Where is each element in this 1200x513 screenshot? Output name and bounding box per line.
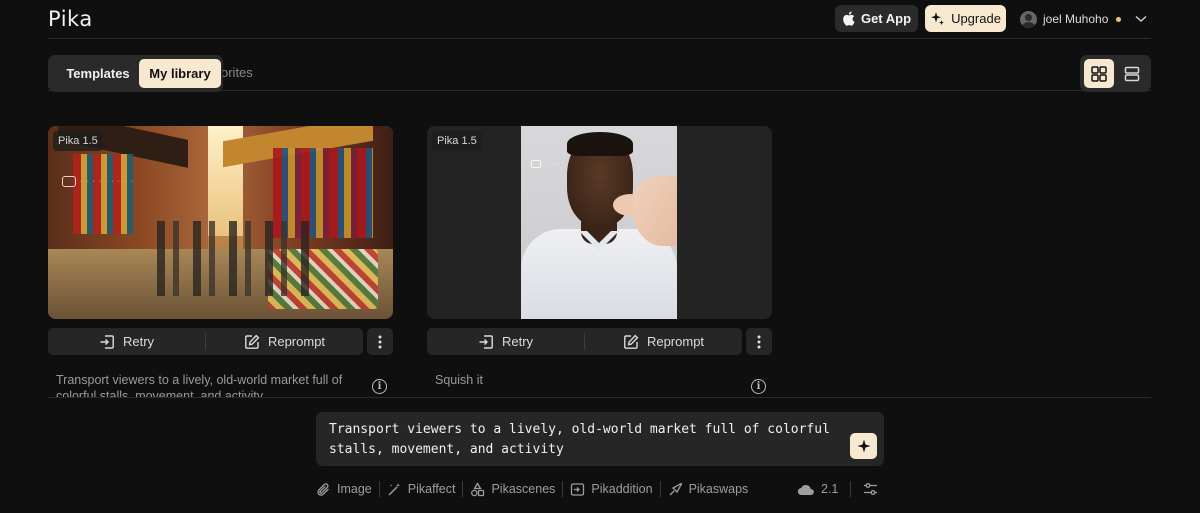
tab-favorites-partial[interactable]: orites [221,65,253,80]
generate-button[interactable] [850,433,877,459]
grid-view-button[interactable] [1084,59,1114,88]
retry-button[interactable]: Retry [48,328,205,355]
library-tabs-bar: orites Templates My library [48,55,1151,92]
user-name: joel Muhoho [1043,12,1109,26]
info-icon[interactable]: i [372,379,387,394]
reprompt-button[interactable]: Reprompt [585,328,742,355]
edit-icon [245,334,260,349]
pika-logo[interactable]: Pika [48,7,93,31]
edit-icon [624,334,639,349]
get-app-label: Get App [860,11,912,26]
shapes-icon [471,481,485,496]
upgrade-button[interactable]: Upgrade [925,5,1006,32]
user-menu[interactable]: joel Muhoho [1020,8,1147,30]
watermark: · · · · · · [531,160,564,168]
notification-dot [1116,16,1122,22]
paperclip-icon [317,482,329,496]
pikaswaps-tool-label: Pikaswaps [688,482,749,496]
avatar [1020,10,1037,28]
market-scene-image: · · · · · · · · · [48,126,393,319]
portrait-scene-image: · · · · · · [427,126,772,319]
tabs-divider [48,90,1151,91]
prompt-input[interactable]: Transport viewers to a lively, old-world… [329,420,844,460]
more-vertical-icon [757,335,761,348]
video-thumbnail[interactable]: · · · · · · · · · Pika 1.5 [48,126,393,319]
retry-icon [100,334,114,349]
video-card: · · · · · · Pika 1.5 Retry Reprompt Squi… [427,126,772,394]
retry-button[interactable]: Retry [427,328,584,355]
image-tool-label: Image [337,482,372,496]
header-divider [48,38,1151,39]
model-version-badge: Pika 1.5 [432,131,482,151]
more-options-button[interactable] [746,328,772,355]
info-icon[interactable]: i [751,379,766,394]
pikaffect-tool-label: Pikaffect [407,482,456,496]
list-view-icon [1124,66,1140,81]
tab-group: Templates My library [48,55,223,92]
chevron-down-icon [1135,15,1147,22]
top-header: Pika Get App Upgrade joel Muhoho [0,0,1200,38]
retry-label: Retry [501,334,534,349]
more-options-button[interactable] [367,328,393,355]
tab-templates[interactable]: Templates [54,59,142,88]
composer-toolbar: Image Pikaffect Pikascenes Pikaddition P… [316,478,755,500]
settings-button[interactable] [863,482,878,496]
card-actions: Retry Reprompt [427,328,772,355]
card-prompt-text: Squish it [435,373,483,387]
view-toggle [1080,55,1151,92]
get-app-button[interactable]: Get App [835,5,918,32]
reprompt-button[interactable]: Reprompt [206,328,363,355]
video-thumbnail[interactable]: · · · · · · Pika 1.5 [427,126,772,319]
video-card: · · · · · · · · · Pika 1.5 Retry Repromp… [48,126,393,398]
model-version-badge: Pika 1.5 [53,131,103,151]
list-view-button[interactable] [1117,59,1147,88]
composer-divider [48,397,1151,398]
apple-icon [843,11,855,26]
sparkle-icon [857,439,870,453]
cloud-icon [797,484,814,495]
model-version-selector[interactable]: 2.1 [797,482,838,496]
image-tool-button[interactable]: Image [316,482,379,497]
model-version-label: 2.1 [821,482,839,496]
sparkle-icon [931,12,945,26]
pikaffect-tool-button[interactable]: Pikaffect [380,482,463,497]
toolbar-divider [850,481,852,497]
pikaswaps-tool-button[interactable]: Pikaswaps [661,482,756,497]
tab-my-library[interactable]: My library [139,59,221,88]
model-settings: 2.1 [797,478,878,500]
upgrade-label: Upgrade [951,11,1001,26]
retry-label: Retry [122,334,155,349]
grid-icon [1091,65,1107,82]
reprompt-label: Reprompt [267,334,326,349]
more-vertical-icon [378,335,382,348]
pikascenes-tool-button[interactable]: Pikascenes [463,481,562,497]
pikaddition-tool-label: Pikaddition [591,482,653,496]
retry-icon [479,334,493,349]
pikaddition-tool-button[interactable]: Pikaddition [563,482,659,497]
card-prompt-text: Transport viewers to a lively, old-world… [56,373,343,398]
watermark: · · · · · · · · · [62,176,134,187]
swap-brush-icon [669,482,682,495]
pikascenes-tool-label: Pikascenes [491,482,556,496]
sliders-icon [864,483,878,495]
prompt-composer: Transport viewers to a lively, old-world… [316,412,884,466]
magic-wand-icon [388,482,401,496]
add-element-icon [571,482,585,496]
card-actions: Retry Reprompt [48,328,393,355]
reprompt-label: Reprompt [646,334,705,349]
